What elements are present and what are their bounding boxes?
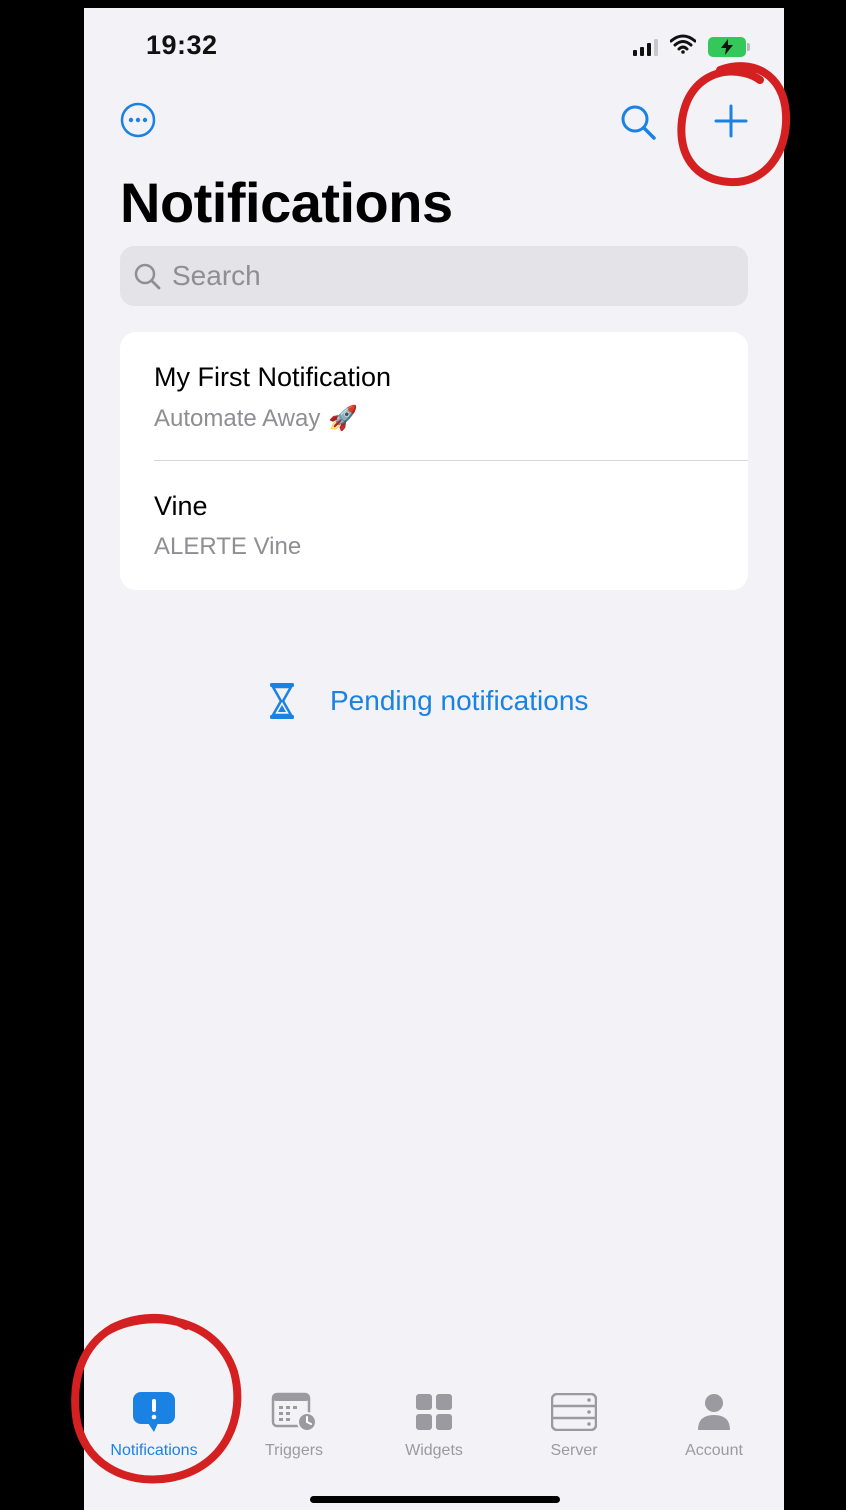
- search-field[interactable]: [120, 246, 748, 306]
- tab-label: Notifications: [110, 1442, 198, 1459]
- calendar-clock-icon: [271, 1390, 317, 1434]
- more-options-button[interactable]: [118, 100, 158, 140]
- tab-notifications[interactable]: Notifications: [84, 1380, 224, 1490]
- notification-subtitle: Automate Away 🚀: [154, 404, 358, 433]
- cellular-signal-icon: [633, 38, 658, 56]
- search-button[interactable]: [616, 100, 660, 144]
- add-notification-button[interactable]: [708, 98, 754, 144]
- page-title: Notifications: [120, 171, 453, 234]
- tab-account[interactable]: Account: [644, 1380, 784, 1490]
- notification-list: My First Notification Automate Away 🚀 Vi…: [120, 332, 748, 590]
- tab-label: Widgets: [405, 1442, 463, 1459]
- rocket-emoji: 🚀: [328, 405, 359, 432]
- battery-charging-icon: [708, 36, 750, 57]
- pending-notifications-label: Pending notifications: [330, 685, 589, 716]
- home-indicator: [310, 1496, 560, 1503]
- screen: 19:32 Notifications Search My First Noti…: [0, 0, 846, 1510]
- search-icon: [134, 263, 161, 290]
- wifi-icon: [669, 34, 697, 59]
- hourglass-icon: [270, 683, 294, 719]
- notification-title: Vine: [154, 491, 208, 521]
- tab-label: Account: [685, 1442, 743, 1459]
- search-input[interactable]: [172, 260, 748, 292]
- server-icon: [551, 1390, 597, 1434]
- tab-triggers[interactable]: Triggers: [224, 1380, 364, 1490]
- status-icons: [633, 34, 750, 59]
- magnifier-icon: [621, 105, 656, 140]
- notification-subtitle-text: Automate Away: [154, 404, 321, 432]
- tab-label: Server: [550, 1442, 598, 1459]
- tab-server[interactable]: Server: [504, 1380, 644, 1490]
- notification-title: My First Notification: [154, 362, 392, 392]
- exclamation-bubble-icon: [131, 1390, 177, 1434]
- notification-subtitle-text: ALERTE Vine: [154, 533, 302, 560]
- list-item[interactable]: My First Notification Automate Away 🚀: [120, 332, 748, 461]
- notification-subtitle: ALERTE Vine: [154, 533, 301, 561]
- plus-icon: [714, 104, 748, 138]
- grid-icon: [411, 1390, 457, 1434]
- tab-widgets[interactable]: Widgets: [364, 1380, 504, 1490]
- ellipsis-circle-icon: [120, 102, 156, 138]
- tab-bar: Notifications Triggers Widgets Server Ac…: [84, 1380, 784, 1490]
- person-icon: [691, 1390, 737, 1434]
- list-item[interactable]: Vine ALERTE Vine: [120, 461, 748, 589]
- phone-screen: 19:32 Notifications Search My First Noti…: [84, 8, 784, 1510]
- tab-label: Triggers: [264, 1442, 324, 1459]
- status-time: 19:32: [146, 30, 218, 60]
- pending-notifications-button[interactable]: Pending notifications: [268, 682, 588, 720]
